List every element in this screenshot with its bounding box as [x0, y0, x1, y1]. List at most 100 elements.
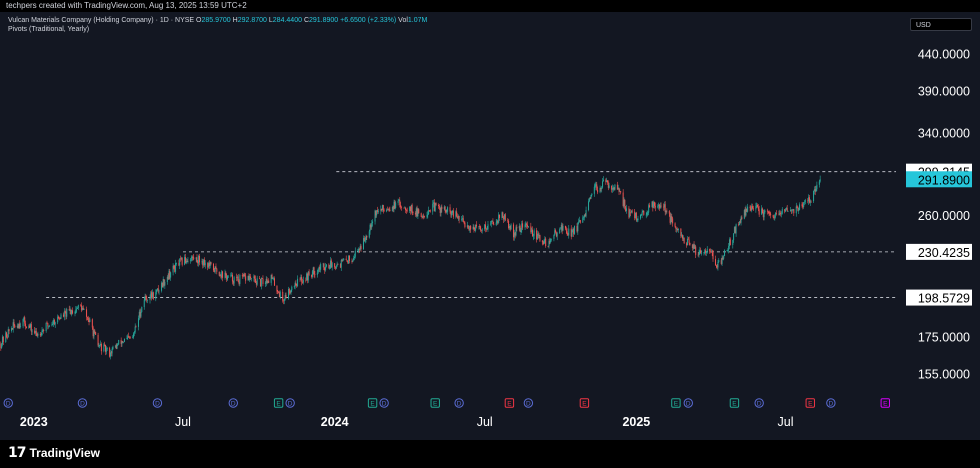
- candle: [152, 291, 154, 301]
- earnings-marker-icon[interactable]: E: [729, 398, 740, 408]
- candle: [313, 266, 315, 278]
- tradingview-brand[interactable]: 17 TradingView: [8, 445, 100, 461]
- candle: [100, 342, 102, 355]
- candle: [527, 226, 529, 229]
- footer-bar: [0, 440, 980, 468]
- dividend-marker-icon[interactable]: D: [285, 398, 295, 408]
- earnings-marker-icon[interactable]: E: [579, 398, 590, 408]
- candle: [577, 222, 579, 235]
- candle: [786, 204, 788, 212]
- candle: [175, 259, 177, 274]
- candle: [530, 222, 532, 234]
- candle: [480, 225, 482, 232]
- candle: [803, 202, 805, 209]
- svg-text:E: E: [808, 400, 813, 407]
- candle: [268, 278, 270, 284]
- candle: [487, 221, 489, 232]
- earnings-marker-icon[interactable]: E: [880, 398, 890, 408]
- dividend-marker-icon[interactable]: D: [152, 398, 163, 408]
- candle: [297, 275, 299, 288]
- candle: [779, 209, 781, 216]
- candle: [571, 229, 573, 237]
- candle: [282, 289, 284, 303]
- candle: [259, 276, 261, 280]
- candle: [426, 211, 428, 219]
- dividend-marker-icon[interactable]: D: [3, 398, 13, 408]
- candle: [215, 263, 217, 270]
- candle: [237, 273, 239, 283]
- earnings-marker-icon[interactable]: E: [671, 398, 681, 408]
- svg-text:E: E: [883, 400, 888, 407]
- last-price-badge: 291.8900: [906, 171, 972, 188]
- dividend-marker-icon[interactable]: D: [454, 398, 464, 408]
- candle: [467, 225, 469, 229]
- candle: [89, 317, 91, 323]
- candle: [620, 191, 622, 195]
- svg-text:E: E: [433, 400, 438, 407]
- candle: [123, 338, 125, 343]
- candle: [527, 221, 529, 230]
- dividend-marker-icon[interactable]: D: [379, 398, 389, 408]
- candle: [502, 211, 504, 218]
- svg-text:230.4235: 230.4235: [918, 246, 970, 260]
- y-tick-label: 260.0000: [918, 209, 970, 223]
- candle: [388, 207, 390, 212]
- candle: [12, 318, 14, 333]
- candle: [769, 211, 771, 216]
- earnings-marker-icon[interactable]: E: [273, 398, 284, 408]
- dividend-marker-icon[interactable]: D: [826, 398, 836, 408]
- svg-text:E: E: [276, 400, 281, 407]
- earnings-marker-icon[interactable]: E: [367, 398, 378, 408]
- candle: [545, 237, 547, 248]
- candle: [789, 206, 791, 212]
- candle: [72, 307, 74, 315]
- x-tick-label: Jul: [778, 415, 794, 429]
- candle: [360, 244, 362, 252]
- candle: [533, 228, 535, 240]
- dividend-marker-icon[interactable]: D: [683, 398, 693, 408]
- dividend-marker-icon[interactable]: D: [228, 398, 238, 408]
- candle: [631, 209, 633, 214]
- candle: [724, 249, 726, 257]
- candle: [283, 298, 285, 305]
- candle: [755, 202, 757, 213]
- earnings-marker-icon[interactable]: E: [430, 398, 440, 408]
- svg-text:D: D: [686, 400, 691, 407]
- svg-text:D: D: [288, 400, 293, 407]
- y-tick-label: 390.0000: [918, 84, 970, 98]
- dividend-marker-icon[interactable]: D: [754, 398, 764, 408]
- candle: [196, 254, 198, 263]
- candle: [602, 177, 604, 189]
- candle: [95, 331, 97, 336]
- candle: [39, 331, 41, 338]
- candle: [761, 207, 763, 214]
- candle: [302, 276, 304, 285]
- dividend-marker-icon[interactable]: D: [77, 398, 88, 408]
- candle: [301, 274, 303, 286]
- candle: [683, 237, 685, 244]
- candle: [492, 218, 494, 225]
- candle: [747, 203, 749, 213]
- candle: [781, 207, 783, 215]
- earnings-marker-icon[interactable]: E: [805, 398, 815, 408]
- price-chart[interactable]: 155.0000 175.0000 260.0000 340.0000 390.0000…: [0, 0, 980, 468]
- candle: [687, 237, 689, 240]
- candle: [666, 208, 668, 214]
- y-tick-label: 175.0000: [918, 330, 970, 344]
- candle: [524, 222, 526, 230]
- candle: [179, 258, 181, 269]
- candle: [680, 228, 682, 239]
- candle: [157, 285, 159, 294]
- candle: [244, 272, 246, 277]
- candle: [686, 236, 688, 246]
- candle: [323, 262, 325, 271]
- earnings-marker-icon[interactable]: E: [504, 398, 515, 408]
- dividend-marker-icon[interactable]: D: [523, 398, 534, 408]
- candle: [203, 257, 205, 267]
- candle: [172, 263, 174, 276]
- y-tick-label: 340.0000: [918, 126, 970, 140]
- candle: [320, 262, 322, 273]
- candle: [579, 219, 581, 224]
- candle: [768, 210, 770, 217]
- chart-frame: techpers created with TradingView.com, A…: [0, 0, 980, 468]
